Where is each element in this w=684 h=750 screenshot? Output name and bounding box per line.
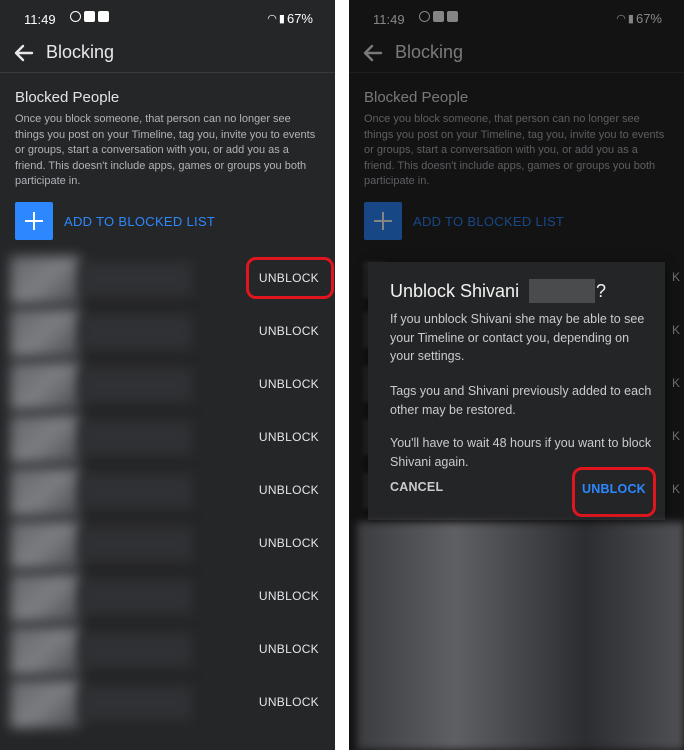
- notification-icon: [98, 11, 109, 22]
- dialog-title: Unblock Shivani: [390, 281, 520, 301]
- avatar: [10, 309, 80, 357]
- cancel-button[interactable]: CANCEL: [390, 480, 443, 494]
- unblock-button[interactable]: UNBLOCK: [259, 642, 319, 656]
- unblock-button[interactable]: UNBLOCK: [259, 589, 319, 603]
- avatar: [10, 256, 80, 304]
- section-title: Blocked People: [15, 89, 120, 106]
- unblock-dialog-screen: 11:49 ◠ ▮ 67% Blocking Blocked People On…: [349, 0, 684, 750]
- status-bar: 11:49 ◠ ▮ 67%: [0, 0, 335, 36]
- blurred-name: [80, 474, 192, 508]
- whatsapp-icon: [70, 11, 81, 22]
- blurred-name: [80, 368, 192, 402]
- dialog-paragraph: Tags you and Shivani previously added to…: [390, 384, 652, 417]
- avatar: [10, 468, 80, 516]
- list-item: UNBLOCK: [0, 305, 335, 358]
- dialog-paragraph: If you unblock Shivani she may be able t…: [390, 312, 645, 363]
- unblock-button[interactable]: UNBLOCK: [259, 377, 319, 391]
- blurred-name: [80, 527, 192, 561]
- plus-icon: [25, 212, 43, 230]
- linkedin-icon: [84, 11, 95, 22]
- wifi-icon: ◠: [267, 13, 277, 25]
- avatar: [10, 627, 80, 675]
- blurred-name: [80, 580, 192, 614]
- avatar: [10, 680, 80, 728]
- blocking-screen: 11:49 ◠ ▮ 67% Blocking Blocked People On…: [0, 0, 335, 750]
- blurred-name: [80, 686, 192, 720]
- unblock-button[interactable]: UNBLOCK: [259, 483, 319, 497]
- blurred-name: [80, 262, 192, 296]
- blurred-name: [80, 315, 192, 349]
- dialog-paragraph: You'll have to wait 48 hours if you want…: [390, 436, 652, 469]
- add-to-blocked-list-button[interactable]: [15, 202, 53, 240]
- list-item: UNBLOCK: [0, 676, 335, 729]
- list-item: UNBLOCK: [0, 411, 335, 464]
- back-arrow-icon[interactable]: [12, 41, 36, 65]
- app-bar: Blocking: [0, 36, 335, 73]
- unblock-button[interactable]: UNBLOCK: [259, 536, 319, 550]
- list-item: UNBLOCK: [0, 464, 335, 517]
- highlight-box: [572, 467, 656, 517]
- avatar: [10, 415, 80, 463]
- signal-icon: ▮: [278, 13, 285, 25]
- avatar: [10, 362, 80, 410]
- page-title: Blocking: [46, 42, 115, 62]
- section-description: Once you block someone, that person can …: [15, 113, 316, 187]
- blurred-content: [357, 522, 684, 750]
- avatar: [10, 574, 80, 622]
- list-item: UNBLOCK: [0, 570, 335, 623]
- dialog-title-suffix: ?: [596, 281, 607, 301]
- notification-icons: [70, 11, 109, 22]
- blurred-name: [80, 421, 192, 455]
- highlight-box: [246, 257, 334, 299]
- unblock-button[interactable]: UNBLOCK: [259, 324, 319, 338]
- battery-level: 67%: [286, 11, 313, 26]
- system-icons: ◠ ▮ 67%: [267, 11, 313, 26]
- add-to-blocked-list-link[interactable]: ADD TO BLOCKED LIST: [64, 214, 215, 229]
- status-time: 11:49: [24, 12, 56, 27]
- list-item: UNBLOCK: [0, 517, 335, 570]
- list-item: UNBLOCK: [0, 358, 335, 411]
- redacted-surname: [529, 279, 595, 303]
- avatar: [10, 521, 80, 569]
- unblock-button[interactable]: UNBLOCK: [259, 695, 319, 709]
- list-item: UNBLOCK: [0, 623, 335, 676]
- blurred-name: [80, 633, 192, 667]
- unblock-button[interactable]: UNBLOCK: [259, 430, 319, 444]
